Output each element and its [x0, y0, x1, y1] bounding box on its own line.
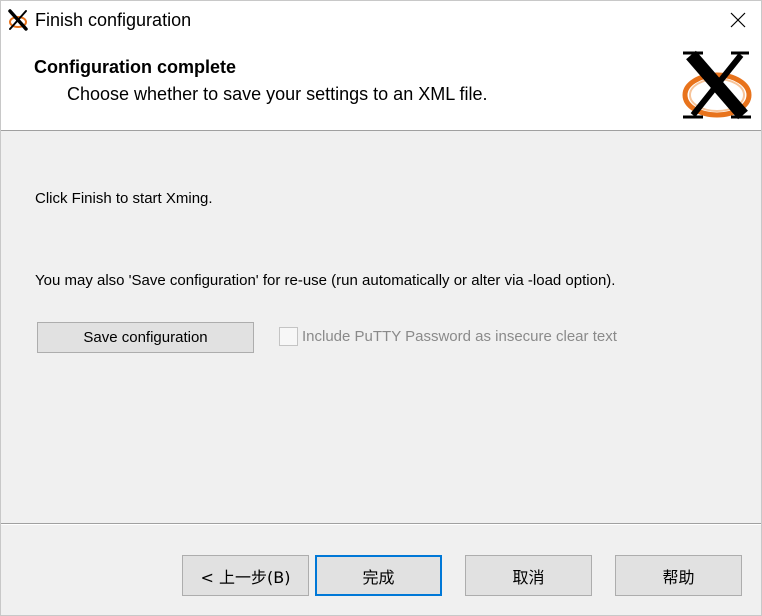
help-button[interactable]: 帮助	[615, 555, 742, 596]
close-button[interactable]	[715, 1, 761, 39]
window-title: Finish configuration	[35, 10, 192, 30]
include-password-checkbox-row[interactable]: Include PuTTY Password as insecure clear…	[279, 327, 617, 346]
xming-logo	[682, 50, 752, 120]
footer-divider-highlight	[1, 524, 761, 525]
wizard-header: Configuration complete Choose whether to…	[1, 39, 761, 131]
page-subtitle: Choose whether to save your settings to …	[67, 84, 488, 104]
save-instruction: You may also 'Save configuration' for re…	[35, 272, 616, 289]
finish-instruction: Click Finish to start Xming.	[35, 190, 213, 207]
title-bar: Finish configuration	[1, 1, 761, 39]
back-button[interactable]: < 上一步(B)	[182, 555, 309, 596]
page-title: Configuration complete	[34, 57, 236, 77]
include-password-label: Include PuTTY Password as insecure clear…	[302, 328, 617, 345]
save-configuration-button[interactable]: Save configuration	[37, 322, 254, 353]
cancel-button[interactable]: 取消	[465, 555, 592, 596]
finish-button[interactable]: 完成	[315, 555, 442, 596]
close-icon	[730, 12, 746, 28]
finish-configuration-dialog: Finish configuration Configuration compl…	[0, 0, 762, 616]
include-password-checkbox[interactable]	[279, 327, 298, 346]
xming-app-icon	[8, 9, 28, 31]
